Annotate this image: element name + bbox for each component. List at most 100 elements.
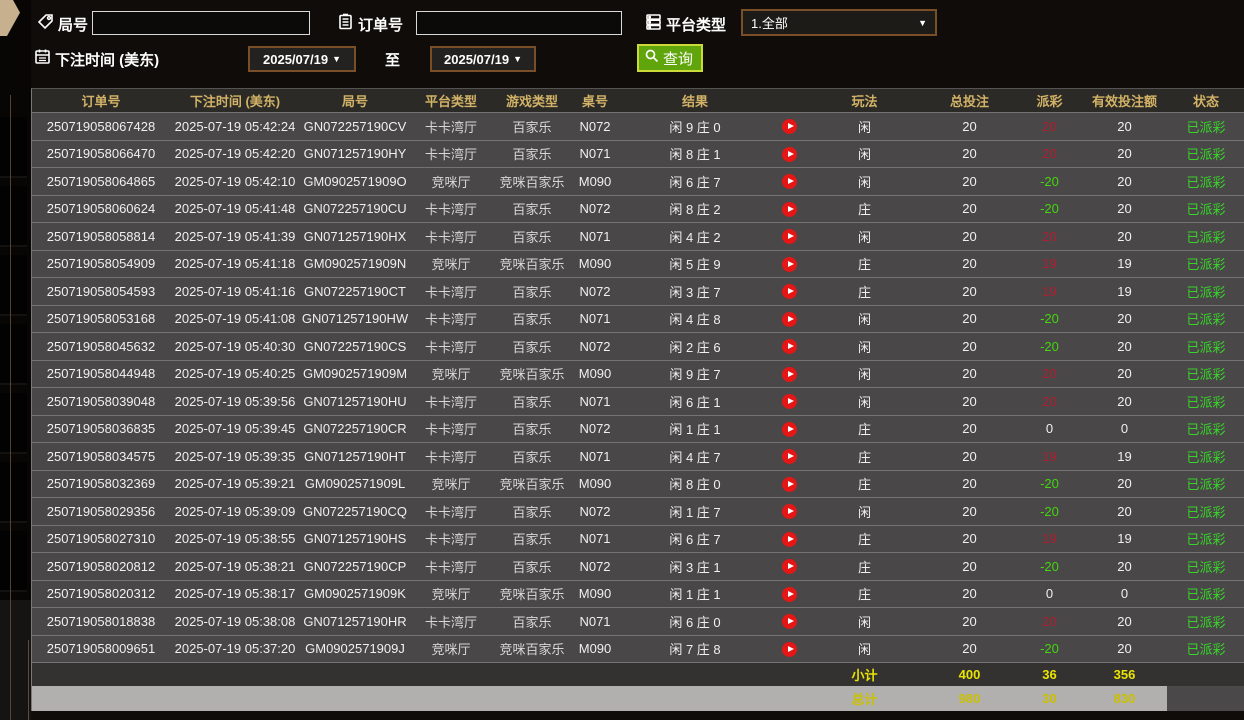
replay-play-icon[interactable] (782, 394, 797, 409)
left-edge-line (28, 640, 29, 720)
cell-platform: 卡卡湾厅 (410, 447, 492, 466)
left-strip-tile (0, 462, 27, 523)
replay-play-icon[interactable] (782, 642, 797, 657)
replay-play-icon[interactable] (782, 367, 797, 382)
cell-round: GN072257190CP (300, 559, 410, 574)
order-no-input[interactable] (416, 11, 622, 35)
cell-game: 百家乐 (492, 419, 572, 438)
cell-status: 已派彩 (1167, 419, 1244, 438)
cell-total: 20 (922, 449, 1017, 464)
replay-play-icon[interactable] (782, 532, 797, 547)
cell-round: GN072257190CT (300, 284, 410, 299)
platform-type-value: 1.全部 (743, 13, 918, 32)
cell-status: 已派彩 (1167, 364, 1244, 383)
date-to-value: 2025/07/19 (444, 52, 509, 67)
column-header-play: 玩法 (807, 91, 922, 110)
replay-play-icon[interactable] (782, 477, 797, 492)
cell-replay (772, 586, 807, 602)
column-header-status: 状态 (1167, 91, 1244, 110)
cell-table: M090 (572, 256, 618, 271)
replay-play-icon[interactable] (782, 284, 797, 299)
cell-payout: 0 (1017, 421, 1082, 436)
date-to-picker[interactable]: 2025/07/19 ▼ (430, 46, 536, 72)
cell-result: 闲 6 庄 1 (618, 392, 772, 411)
cell-table: M090 (572, 366, 618, 381)
cell-order: 250719058066470 (32, 146, 170, 161)
cell-time: 2025-07-19 05:41:18 (170, 256, 300, 271)
cell-round: GN071257190HU (300, 394, 410, 409)
subtotal-total: 400 (922, 667, 1017, 682)
cell-result: 闲 6 庄 0 (618, 612, 772, 631)
cell-game: 百家乐 (492, 199, 572, 218)
cell-platform: 卡卡湾厅 (410, 117, 492, 136)
cell-payout: -20 (1017, 201, 1082, 216)
cell-replay (772, 228, 807, 244)
table-row: 2507190580096512025-07-19 05:37:20GM0902… (32, 635, 1244, 663)
cell-play: 闲 (807, 392, 922, 411)
replay-play-icon[interactable] (782, 119, 797, 134)
cell-order: 250719058044948 (32, 366, 170, 381)
cell-play: 庄 (807, 584, 922, 603)
cell-platform: 竞咪厅 (410, 584, 492, 603)
left-strip-tile (0, 531, 27, 592)
replay-play-icon[interactable] (782, 587, 797, 602)
cell-replay (772, 173, 807, 189)
cell-round: GN071257190HR (300, 614, 410, 629)
column-header-time: 下注时间 (美东) (170, 91, 300, 110)
cell-time: 2025-07-19 05:39:35 (170, 449, 300, 464)
cell-platform: 竞咪厅 (410, 172, 492, 191)
cell-replay (772, 421, 807, 437)
table-body: 2507190580674282025-07-19 05:42:24GN0722… (32, 112, 1244, 662)
left-strip-tile (0, 393, 27, 454)
cell-valid: 20 (1082, 394, 1167, 409)
cell-time: 2025-07-19 05:38:17 (170, 586, 300, 601)
cell-order: 250719058053168 (32, 311, 170, 326)
column-header-round: 局号 (300, 91, 410, 110)
platform-type-select[interactable]: 1.全部 ▼ (741, 9, 937, 36)
subtotal-row: 小计 400 36 356 (32, 662, 1244, 686)
replay-play-icon[interactable] (782, 312, 797, 327)
cell-time: 2025-07-19 05:41:16 (170, 284, 300, 299)
cell-time: 2025-07-19 05:37:20 (170, 641, 300, 656)
cell-result: 闲 4 庄 7 (618, 447, 772, 466)
cell-game: 竞咪百家乐 (492, 364, 572, 383)
round-no-input[interactable] (92, 11, 310, 35)
replay-play-icon[interactable] (782, 147, 797, 162)
query-button[interactable]: 查询 (637, 44, 703, 72)
replay-play-icon[interactable] (782, 339, 797, 354)
replay-play-icon[interactable] (782, 449, 797, 464)
cell-status: 已派彩 (1167, 557, 1244, 576)
replay-play-icon[interactable] (782, 614, 797, 629)
replay-play-icon[interactable] (782, 202, 797, 217)
cell-valid: 20 (1082, 119, 1167, 134)
replay-play-icon[interactable] (782, 559, 797, 574)
cell-replay (772, 641, 807, 657)
cell-game: 竞咪百家乐 (492, 584, 572, 603)
replay-play-icon[interactable] (782, 257, 797, 272)
replay-play-icon[interactable] (782, 229, 797, 244)
replay-play-icon[interactable] (782, 174, 797, 189)
cell-valid: 20 (1082, 174, 1167, 189)
cell-total: 20 (922, 559, 1017, 574)
search-icon (644, 48, 660, 68)
cell-replay (772, 338, 807, 354)
grand-total-label: 总计 (807, 689, 922, 708)
chevron-down-icon: ▼ (332, 54, 341, 64)
date-from-picker[interactable]: 2025/07/19 ▼ (248, 46, 356, 72)
cell-total: 20 (922, 201, 1017, 216)
replay-play-icon[interactable] (782, 422, 797, 437)
cell-payout: 20 (1017, 146, 1082, 161)
cell-platform: 卡卡湾厅 (410, 419, 492, 438)
cell-valid: 20 (1082, 229, 1167, 244)
table-row: 2507190580323692025-07-19 05:39:21GM0902… (32, 470, 1244, 498)
cell-result: 闲 4 庄 8 (618, 309, 772, 328)
cell-order: 250719058045632 (32, 339, 170, 354)
cell-platform: 卡卡湾厅 (410, 144, 492, 163)
cell-platform: 卡卡湾厅 (410, 612, 492, 631)
query-button-label: 查询 (663, 48, 693, 69)
cell-time: 2025-07-19 05:42:20 (170, 146, 300, 161)
replay-play-icon[interactable] (782, 504, 797, 519)
cell-time: 2025-07-19 05:41:08 (170, 311, 300, 326)
left-strip-lower (0, 600, 31, 720)
left-strip-tile (0, 255, 27, 316)
